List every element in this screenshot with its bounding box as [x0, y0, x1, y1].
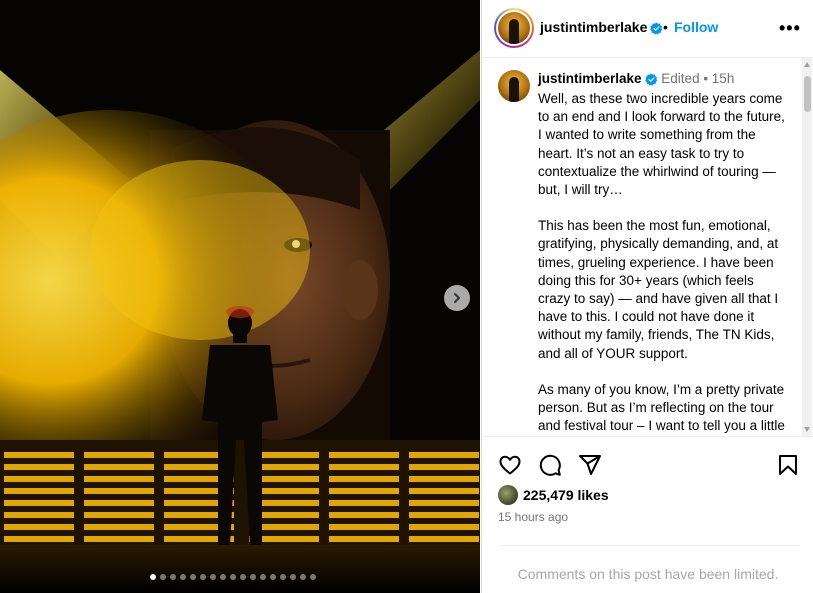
share-icon[interactable]: [578, 453, 602, 477]
carousel-dot: [280, 574, 286, 580]
caption-scroll-area[interactable]: justintimberlake Edited • 15h Well, as t…: [482, 58, 813, 436]
carousel-dot: [200, 574, 206, 580]
concert-photo: [0, 0, 480, 593]
caption-username[interactable]: justintimberlake: [538, 71, 642, 86]
post-actions: 225,479 likes 15 hours ago Comments on t…: [482, 436, 813, 593]
verified-badge-icon: [650, 22, 663, 35]
comment-icon[interactable]: [538, 453, 562, 477]
caption-paragraph: Well, as these two incredible years come…: [538, 91, 785, 198]
scroll-thumb[interactable]: [804, 76, 811, 112]
bookmark-icon[interactable]: [776, 453, 800, 477]
carousel-dot: [270, 574, 276, 580]
caption-avatar[interactable]: [498, 70, 530, 102]
carousel-dot: [190, 574, 196, 580]
carousel-dot: [310, 574, 316, 580]
likes-count[interactable]: 225,479 likes: [523, 487, 609, 503]
heart-icon[interactable]: [498, 453, 522, 477]
caption-header: justintimberlake Edited • 15h: [538, 71, 734, 86]
more-options-button[interactable]: •••: [779, 18, 801, 39]
likes-row[interactable]: 225,479 likes: [498, 485, 609, 505]
carousel-dot: [220, 574, 226, 580]
post-header: justintimberlake • Follow •••: [482, 0, 813, 58]
caption-meta: Edited • 15h: [661, 71, 735, 86]
carousel-dot: [180, 574, 186, 580]
carousel-indicator: [150, 574, 316, 580]
carousel-dot: [250, 574, 256, 580]
verified-badge-icon: [644, 73, 657, 86]
caption-paragraph: This has been the most fun, emotional, g…: [538, 218, 779, 361]
carousel-dot: [160, 574, 166, 580]
carousel-dot: [260, 574, 266, 580]
profile-avatar-story-ring[interactable]: [494, 8, 534, 48]
username-link[interactable]: justintimberlake: [540, 19, 663, 35]
carousel-dot: [240, 574, 246, 580]
caption-paragraph: As many of you know, I’m a pretty privat…: [538, 381, 785, 434]
post-sidebar: justintimberlake • Follow ••• justintimb…: [481, 0, 813, 593]
next-slide-button[interactable]: [444, 285, 470, 311]
liker-avatar: [498, 485, 518, 505]
carousel-dot: [290, 574, 296, 580]
carousel-dot: [170, 574, 176, 580]
avatar: [498, 12, 530, 44]
carousel-dot: [210, 574, 216, 580]
follow-button[interactable]: Follow: [674, 19, 718, 35]
scroll-up-arrow[interactable]: [804, 62, 810, 67]
chevron-right-icon: [454, 293, 460, 303]
post-media[interactable]: [0, 0, 480, 593]
header-separator: •: [663, 19, 668, 35]
scroll-down-arrow[interactable]: [804, 427, 810, 432]
divider: [498, 545, 800, 546]
post-timestamp[interactable]: 15 hours ago: [498, 510, 568, 524]
carousel-dot: [300, 574, 306, 580]
carousel-dot: [150, 574, 156, 580]
username-text: justintimberlake: [540, 19, 648, 35]
comments-limited-notice: Comments on this post have been limited.: [517, 566, 779, 582]
carousel-dot: [230, 574, 236, 580]
caption-scrollbar[interactable]: [802, 58, 812, 436]
caption-text: Well, as these two incredible years come…: [538, 90, 788, 436]
